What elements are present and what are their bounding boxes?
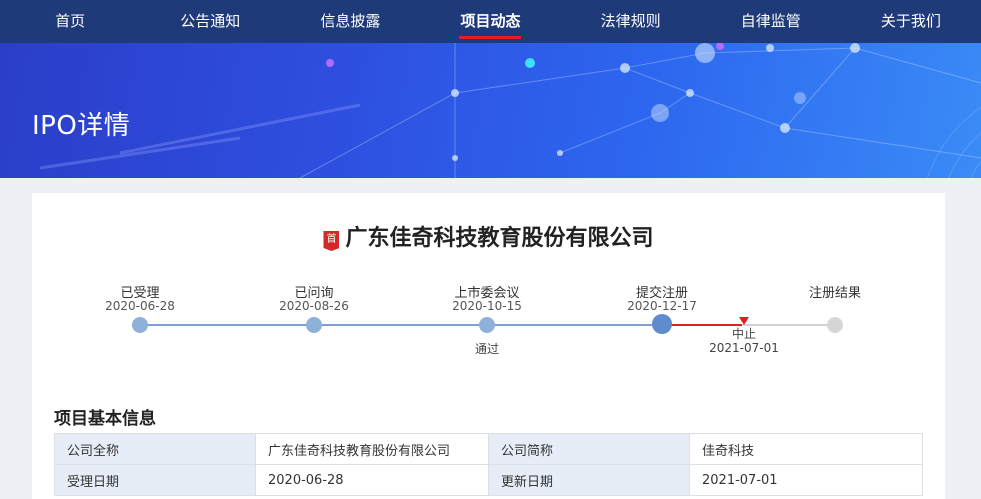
nav-item-about[interactable]: 关于我们 [841, 0, 981, 43]
ipo-detail-card: 首广东佳奇科技教育股份有限公司 已受理 2020-06-28 已问询 2020-… [32, 193, 945, 499]
step-dot-registration-result[interactable] [827, 317, 843, 333]
basic-info-table: 公司全称 广东佳奇科技教育股份有限公司 公司简称 佳奇科技 受理日期 2020-… [54, 433, 923, 496]
network-decoration [39, 43, 981, 178]
table-row: 受理日期 2020-06-28 更新日期 2021-07-01 [54, 464, 923, 496]
step-dot-inquired[interactable] [306, 317, 322, 333]
stop-marker-icon [739, 317, 749, 325]
nav-item-supervision[interactable]: 自律监管 [701, 0, 841, 43]
step-date: 2020-08-26 [279, 299, 349, 313]
hero-banner: IPO详情 [0, 43, 981, 178]
section-title-basic-info: 项目基本信息 [54, 409, 156, 429]
stop-label: 中止 [731, 327, 756, 341]
value-update-date: 2021-07-01 [689, 464, 923, 496]
top-nav: 首页 公告通知 信息披露 项目动态 法律规则 自律监管 关于我们 [0, 0, 981, 43]
company-name: 广东佳奇科技教育股份有限公司 [345, 226, 654, 251]
nav-item-announcements[interactable]: 公告通知 [140, 0, 280, 43]
main-board-badge: 首 [323, 231, 340, 251]
table-row: 公司全称 广东佳奇科技教育股份有限公司 公司简称 佳奇科技 [54, 433, 923, 465]
step-date: 2020-12-17 [627, 299, 697, 313]
label-update-date: 更新日期 [488, 464, 690, 496]
value-full-name: 广东佳奇科技教育股份有限公司 [255, 433, 489, 465]
step-dot-accepted[interactable] [132, 317, 148, 333]
glow-dot [525, 58, 535, 68]
label-short-name: 公司简称 [488, 433, 690, 465]
step-date: 2020-06-28 [105, 299, 175, 313]
nav-item-home[interactable]: 首页 [0, 0, 140, 43]
step-result: 通过 [474, 342, 499, 356]
value-accept-date: 2020-06-28 [255, 464, 489, 496]
nav-item-rules[interactable]: 法律规则 [561, 0, 701, 43]
step-name: 注册结果 [808, 286, 861, 301]
nav-item-disclosure[interactable]: 信息披露 [280, 0, 420, 43]
label-accept-date: 受理日期 [54, 464, 256, 496]
step-date: 2020-10-15 [452, 299, 522, 313]
step-dot-registration-submitted[interactable] [652, 314, 672, 334]
value-short-name: 佳奇科技 [689, 433, 923, 465]
label-full-name: 公司全称 [54, 433, 256, 465]
nav-item-project-updates[interactable]: 项目动态 [420, 0, 560, 43]
stop-date: 2021-07-01 [709, 341, 779, 355]
page-title: IPO详情 [32, 111, 131, 141]
step-dot-committee[interactable] [479, 317, 495, 333]
company-heading: 首广东佳奇科技教育股份有限公司 [32, 220, 945, 252]
timeline-line-completed [140, 324, 662, 326]
